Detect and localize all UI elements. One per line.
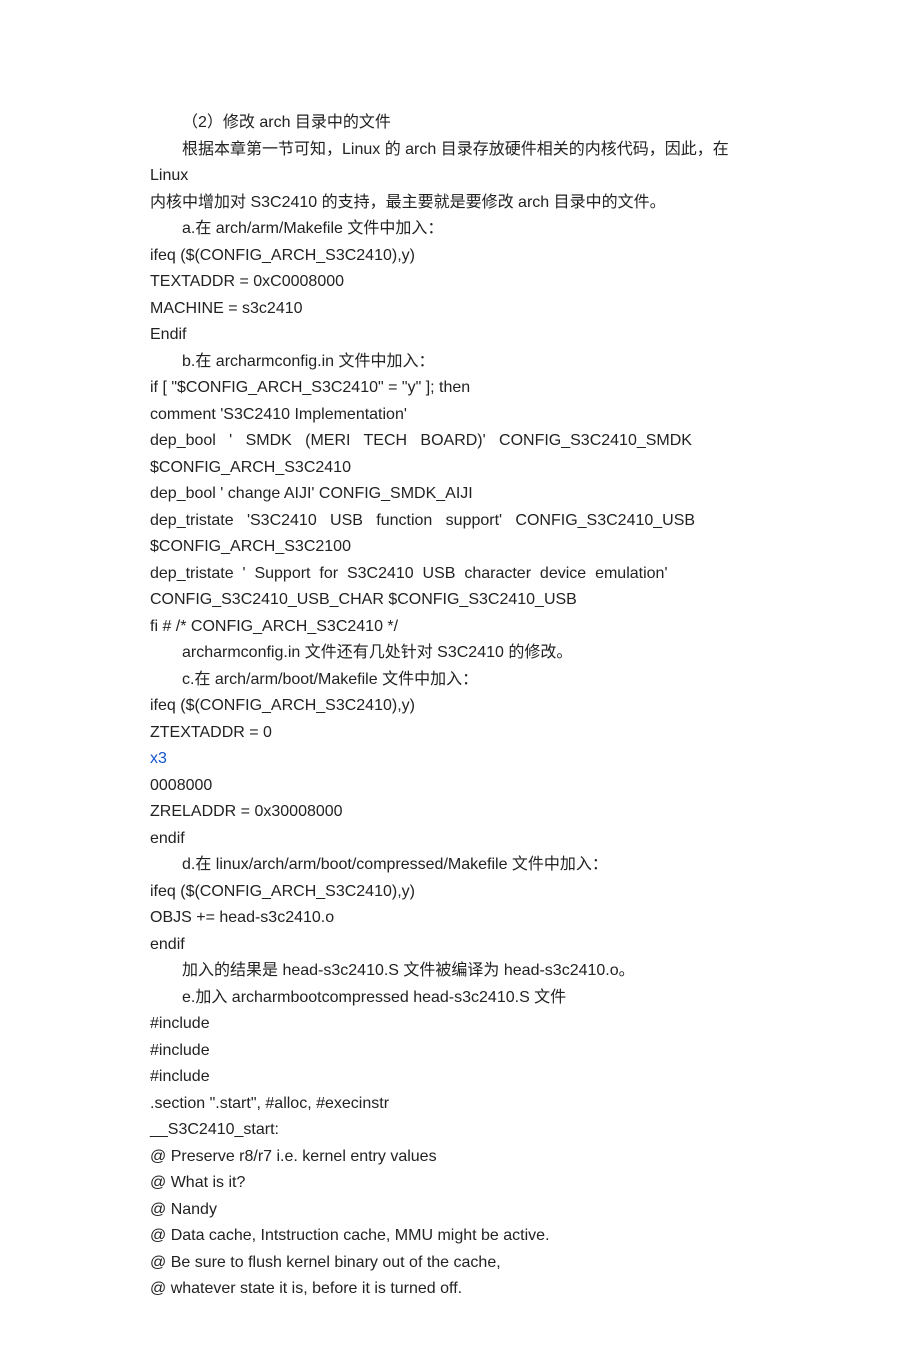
text-line: $CONFIG_ARCH_S3C2100	[150, 534, 770, 561]
text-line: @ whatever state it is, before it is tur…	[150, 1276, 770, 1303]
text-line: OBJS += head-s3c2410.o	[150, 905, 770, 932]
text-line: archarmconfig.in 文件还有几处针对 S3C2410 的修改。	[150, 640, 770, 667]
text-line: @ What is it?	[150, 1170, 770, 1197]
text-line: #include	[150, 1038, 770, 1065]
text-line: #include	[150, 1011, 770, 1038]
text-line: c.在 arch/arm/boot/Makefile 文件中加入：	[150, 667, 770, 694]
text-line: Endif	[150, 322, 770, 349]
text-line: @ Nandy	[150, 1197, 770, 1224]
text-line: 根据本章第一节可知，Linux 的 arch 目录存放硬件相关的内核代码，因此，…	[150, 137, 770, 190]
text-line: dep_bool ' SMDK (MERI TECH BOARD)' CONFI…	[150, 428, 770, 455]
text-line: （2）修改 arch 目录中的文件	[150, 110, 770, 137]
text-line: 0008000	[150, 773, 770, 800]
text-line: comment 'S3C2410 Implementation'	[150, 402, 770, 429]
text-line: if [ "$CONFIG_ARCH_S3C2410" = "y" ]; the…	[150, 375, 770, 402]
text-line: ifeq ($(CONFIG_ARCH_S3C2410),y)	[150, 879, 770, 906]
text-line: dep_tristate 'S3C2410 USB function suppo…	[150, 508, 770, 535]
document-page: （2）修改 arch 目录中的文件根据本章第一节可知，Linux 的 arch …	[0, 0, 920, 1363]
text-line: ZRELADDR = 0x30008000	[150, 799, 770, 826]
text-line: __S3C2410_start:	[150, 1117, 770, 1144]
text-line: ifeq ($(CONFIG_ARCH_S3C2410),y)	[150, 693, 770, 720]
text-line: .section ".start", #alloc, #execinstr	[150, 1091, 770, 1118]
text-line: e.加入 archarmbootcompressed head-s3c2410.…	[150, 985, 770, 1012]
text-line: x3	[150, 746, 770, 773]
text-line: 加入的结果是 head-s3c2410.S 文件被编译为 head-s3c241…	[150, 958, 770, 985]
text-line: TEXTADDR = 0xC0008000	[150, 269, 770, 296]
text-line: ZTEXTADDR = 0	[150, 720, 770, 747]
text-line: @ Data cache, Intstruction cache, MMU mi…	[150, 1223, 770, 1250]
text-line: dep_bool ' change AIJI' CONFIG_SMDK_AIJI	[150, 481, 770, 508]
text-line: fi # /* CONFIG_ARCH_S3C2410 */	[150, 614, 770, 641]
text-line: $CONFIG_ARCH_S3C2410	[150, 455, 770, 482]
text-line: d.在 linux/arch/arm/boot/compressed/Makef…	[150, 852, 770, 879]
text-line: #include	[150, 1064, 770, 1091]
text-line: b.在 archarmconfig.in 文件中加入：	[150, 349, 770, 376]
text-line: 内核中增加对 S3C2410 的支持，最主要就是要修改 arch 目录中的文件。	[150, 190, 770, 217]
text-line: @ Be sure to flush kernel binary out of …	[150, 1250, 770, 1277]
text-line: endif	[150, 932, 770, 959]
text-line: MACHINE = s3c2410	[150, 296, 770, 323]
text-line: @ Preserve r8/r7 i.e. kernel entry value…	[150, 1144, 770, 1171]
text-line: dep_tristate ' Support for S3C2410 USB c…	[150, 561, 770, 588]
text-line: ifeq ($(CONFIG_ARCH_S3C2410),y)	[150, 243, 770, 270]
text-line: CONFIG_S3C2410_USB_CHAR $CONFIG_S3C2410_…	[150, 587, 770, 614]
text-line: endif	[150, 826, 770, 853]
text-line: a.在 arch/arm/Makefile 文件中加入：	[150, 216, 770, 243]
